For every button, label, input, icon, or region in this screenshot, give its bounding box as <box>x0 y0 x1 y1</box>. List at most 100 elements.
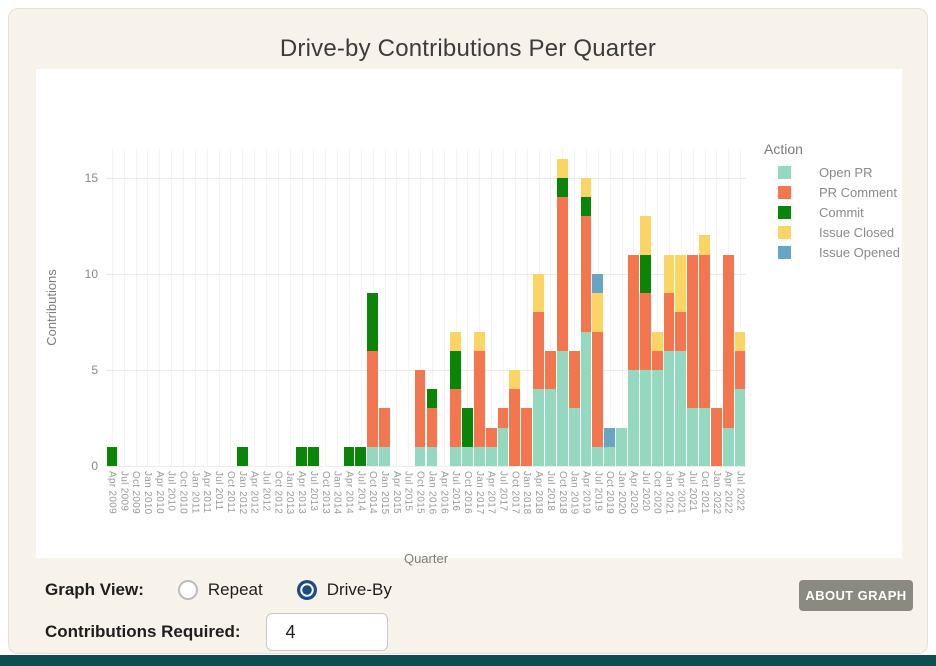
v-gridline <box>171 149 172 466</box>
y-tick-label: 10 <box>70 267 98 281</box>
bar-segment <box>664 255 675 293</box>
legend-item: PR Comment <box>778 185 904 200</box>
x-tick-label: Jan 2019 <box>569 471 580 515</box>
v-gridline <box>195 149 196 466</box>
bar-segment <box>415 370 426 447</box>
v-gridline <box>491 149 492 466</box>
legend: Action Open PRPR CommentCommitIssue Clos… <box>764 141 904 265</box>
x-tick-label: Oct 2011 <box>225 471 236 513</box>
x-tick-label: Jul 2022 <box>735 471 746 511</box>
contributions-required-label: Contributions Required: <box>45 622 240 642</box>
v-gridline <box>622 149 623 466</box>
bar-segment <box>735 332 746 351</box>
bar-segment <box>723 255 734 428</box>
bar-segment <box>545 389 556 466</box>
bar-segment <box>521 408 532 466</box>
bar-segment <box>592 447 603 466</box>
bar-segment <box>367 447 378 466</box>
graph-view-option-drive-by[interactable]: Drive-By <box>297 580 392 600</box>
x-tick-label: Apr 2009 <box>106 471 117 514</box>
x-tick-label: Oct 2015 <box>415 471 426 514</box>
x-tick-label: Jan 2021 <box>663 471 674 515</box>
x-tick-label: Apr 2014 <box>343 471 354 514</box>
bar-segment <box>450 389 461 447</box>
legend-label: Open PR <box>819 165 872 180</box>
x-tick-label: Apr 2017 <box>486 471 497 514</box>
v-gridline <box>337 149 338 466</box>
x-tick-label: Apr 2022 <box>723 471 734 514</box>
x-tick-label: Jan 2018 <box>521 471 532 515</box>
bar-segment <box>569 408 580 466</box>
contributions-required-input[interactable] <box>266 613 388 651</box>
x-tick-label: Jan 2020 <box>616 471 627 515</box>
bar-segment <box>581 197 592 216</box>
bar-segment <box>581 216 592 331</box>
bar-segment <box>557 178 568 197</box>
h-gridline <box>106 466 746 467</box>
bar-segment <box>628 255 639 370</box>
radio-unselected-icon[interactable] <box>178 580 198 600</box>
bar-segment <box>557 351 568 466</box>
graph-view-radio-group: Repeat Drive-By <box>144 580 392 600</box>
y-axis-title-wrap: Contributions <box>42 149 60 466</box>
bar-segment <box>367 293 378 351</box>
bar-segment <box>640 293 651 370</box>
bar-segment <box>498 428 509 466</box>
x-tick-label: Jul 2020 <box>640 471 651 511</box>
x-tick-label: Apr 2011 <box>201 471 212 513</box>
radio-selected-icon[interactable] <box>297 580 317 600</box>
v-gridline <box>290 149 291 466</box>
v-gridline <box>278 149 279 466</box>
footer-bar <box>0 655 936 666</box>
bar-segment <box>367 351 378 447</box>
v-gridline <box>183 149 184 466</box>
x-tick-label: Jan 2016 <box>426 471 437 515</box>
bar-segment <box>675 351 686 466</box>
v-gridline <box>136 149 137 466</box>
bar-segment <box>486 447 497 466</box>
bar-segment <box>462 408 473 446</box>
bar-segment <box>474 351 485 447</box>
x-tick-label: Jan 2013 <box>284 471 295 515</box>
v-gridline <box>159 149 160 466</box>
about-graph-button[interactable]: ABOUT GRAPH <box>799 580 913 611</box>
x-tick-label: Oct 2009 <box>130 471 141 514</box>
legend-label: Issue Opened <box>819 245 900 260</box>
legend-item: Open PR <box>778 165 904 180</box>
bar-segment <box>486 428 497 447</box>
v-gridline <box>408 149 409 466</box>
bar-segment <box>711 408 722 466</box>
bar-segment <box>427 447 438 466</box>
x-tick-label: Oct 2020 <box>652 471 663 514</box>
x-tick-label: Oct 2017 <box>509 471 520 514</box>
v-gridline <box>112 149 113 466</box>
bar-segment <box>675 255 686 313</box>
x-tick-label: Apr 2019 <box>581 471 592 514</box>
bar-segment <box>664 351 675 466</box>
x-tick-label: Apr 2018 <box>533 471 544 514</box>
v-gridline <box>124 149 125 466</box>
v-gridline <box>302 149 303 466</box>
bar-segment <box>415 447 426 466</box>
graph-view-option-repeat[interactable]: Repeat <box>178 580 263 600</box>
x-tick-label: Jul 2011 <box>213 471 224 510</box>
bar-segment <box>604 447 615 466</box>
bar-segment <box>557 197 568 351</box>
graph-card: Drive-by Contributions Per Quarter Contr… <box>8 8 928 654</box>
v-gridline <box>254 149 255 466</box>
x-tick-label: Jul 2013 <box>308 471 319 511</box>
bar-segment <box>687 408 698 466</box>
legend-label: Issue Closed <box>819 225 894 240</box>
bar-segment <box>616 428 627 466</box>
bar-segment <box>474 447 485 466</box>
v-gridline <box>207 149 208 466</box>
x-tick-label: Apr 2010 <box>154 471 165 514</box>
bar-segment <box>604 428 615 447</box>
bar-segment <box>379 447 390 466</box>
bar-segment <box>592 293 603 331</box>
bar-segment <box>628 370 639 466</box>
y-tick-label: 5 <box>70 363 98 377</box>
x-tick-label: Jul 2010 <box>166 471 177 511</box>
x-tick-label: Jan 2022 <box>711 471 722 515</box>
x-tick-label: Oct 2018 <box>557 471 568 514</box>
